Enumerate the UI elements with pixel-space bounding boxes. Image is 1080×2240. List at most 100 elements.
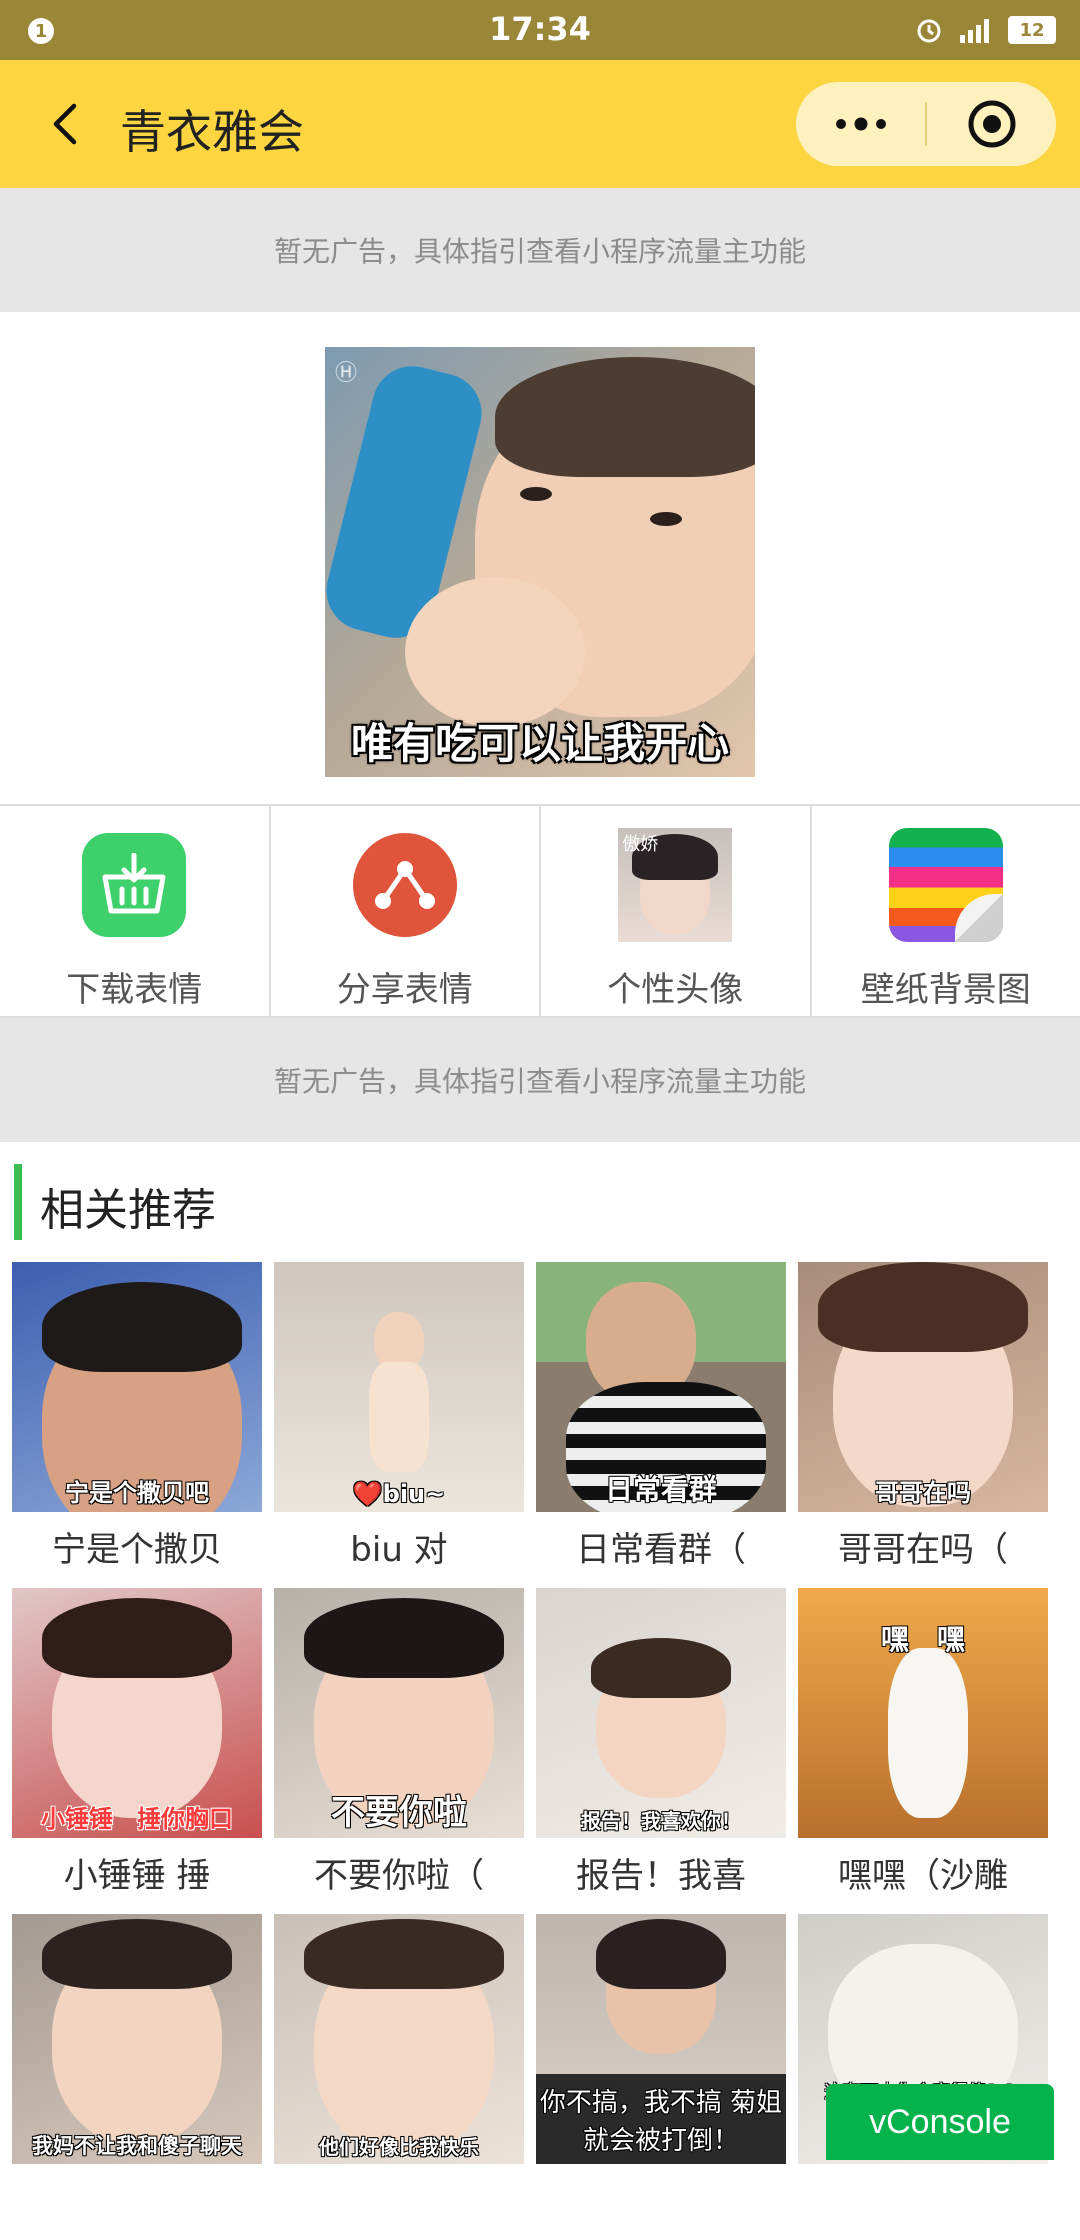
thumb-caption: 你不搞，我不搞 菊姐就会被打倒！ [536,2084,786,2160]
share-icon [353,833,457,937]
recommend-label [536,2164,786,2240]
hero-caption: 唯有吃可以让我开心 [325,710,755,771]
recommend-label: 不要你啦（ [274,1838,524,1914]
recommend-label: 嘿嘿（沙雕 [798,1838,1048,1914]
menu-item-avatar[interactable]: 傲娇 个性头像 [541,806,812,1016]
recommend-label: 哥哥在吗（ [798,1512,1048,1588]
hero-eye [520,487,552,501]
thumb-hair [304,1919,504,1989]
thumb-caption: 他们好像比我快乐 [274,2131,524,2160]
hero-eye [650,512,682,526]
menu-label: 下载表情 [0,962,269,1011]
recommend-item[interactable]: 小锤锤 捶你胸口 小锤锤 捶 [12,1588,262,1914]
menu-item-wallpaper[interactable]: 壁纸背景图 [812,806,1080,1016]
recommend-item[interactable]: 你不搞，我不搞 菊姐就会被打倒！ [536,1914,786,2240]
download-icon-box [77,828,191,942]
recommend-item[interactable]: 不要你啦 不要你啦（ [274,1588,524,1914]
hero-hair [495,357,755,477]
recommend-label [12,2164,262,2240]
avatar-icon-box: 傲娇 [618,828,732,942]
thumb-hair [591,1638,731,1698]
recommend-item[interactable]: 这套下去你会变得傻fufu [798,1914,1048,2240]
recommend-item[interactable]: 他们好像比我快乐 [274,1914,524,2240]
thumb-hair [42,1598,232,1678]
section-title: 相关推荐 [40,1174,216,1238]
recommend-item[interactable]: 哥哥在吗 哥哥在吗（ [798,1262,1048,1588]
avatar-thumbnail: 傲娇 [618,828,732,942]
recommend-item[interactable]: 嘿 嘿 嘿嘿（沙雕 [798,1588,1048,1914]
thumb-hair [42,1919,232,1989]
hero-sticker[interactable]: Ⓗ 唯有吃可以让我开心 [325,347,755,777]
hero-hand [405,577,585,727]
recommend-label: 报告！我喜 [536,1838,786,1914]
thumb-caption: 宁是个撒贝吧 [12,1473,262,1508]
wallpaper-icon-box [889,828,1003,942]
thumb-caption: ❤️biu~ [274,1480,524,1508]
thumb-hair [42,1282,242,1372]
thumb-alpaca [888,1648,968,1818]
recommend-label [798,2164,1048,2240]
avatar-thumb-text: 傲娇 [622,830,658,856]
status-bar: 1 17:34 12 [0,0,1080,60]
menu-label: 分享表情 [271,962,540,1011]
sticker-thumbnail: 日常看群 [536,1262,786,1512]
thumb-caption: 不要你啦 [274,1785,524,1834]
nav-bar: 青衣雅会 [0,60,1080,188]
thumb-body [369,1362,429,1472]
thumb-caption: 哥哥在吗 [798,1473,1048,1508]
recommend-item[interactable]: 宁是个撒贝吧 宁是个撒贝 [12,1262,262,1588]
recommend-label: biu 对 [274,1512,524,1588]
sticker-thumbnail: 小锤锤 捶你胸口 [12,1588,262,1838]
watermark-icon: Ⓗ [335,355,357,387]
ad-banner-top[interactable]: 暂无广告，具体指引查看小程序流量主功能 [0,188,1080,312]
download-glyph [99,853,169,917]
menu-item-download[interactable]: 下载表情 [0,806,271,1016]
chevron-left-icon [46,100,86,148]
menu-label: 壁纸背景图 [812,962,1080,1011]
thumb-caption: 小锤锤 捶你胸口 [12,1799,262,1834]
close-button[interactable] [927,82,1056,166]
recommend-label: 日常看群（ [536,1512,786,1588]
menu-capsule [796,82,1056,166]
more-button[interactable] [796,82,926,166]
menu-item-share[interactable]: 分享表情 [271,806,542,1016]
ad-banner-middle[interactable]: 暂无广告，具体指引查看小程序流量主功能 [0,1018,1080,1142]
sticker-thumbnail: 报告！我喜欢你！ [536,1588,786,1838]
download-basket-icon [82,833,186,937]
page-curl [955,894,1003,942]
thumb-caption: 嘿 嘿 [798,1618,1048,1658]
vconsole-button[interactable]: vConsole [826,2084,1054,2160]
share-glyph [373,857,437,913]
sticker-thumbnail: 不要你啦 [274,1588,524,1838]
sticker-thumbnail: ❤️biu~ [274,1262,524,1512]
thumb-hair [596,1919,726,1989]
recommend-label: 小锤锤 捶 [12,1838,262,1914]
thumb-caption: 日常看群 [536,1468,786,1508]
signal-icon [956,15,996,45]
status-icons: 12 [914,12,1056,48]
sticker-thumbnail: 他们好像比我快乐 [274,1914,524,2164]
more-dots-icon [833,116,889,132]
menu-label: 个性头像 [541,962,810,1011]
recommend-item[interactable]: 日常看群 日常看群（ [536,1262,786,1588]
battery-indicator: 12 [1008,16,1056,44]
section-accent-bar [14,1164,22,1240]
back-button[interactable] [38,96,94,152]
thumb-hair [818,1262,1028,1352]
recommend-item[interactable]: 报告！我喜欢你！ 报告！我喜 [536,1588,786,1914]
page-title: 青衣雅会 [120,96,304,162]
thumb-caption: 我妈不让我和傻子聊天 [12,2130,262,2160]
alarm-icon [914,15,944,45]
recommend-label [274,2164,524,2240]
sticker-thumbnail: 嘿 嘿 [798,1588,1048,1838]
thumb-caption: 报告！我喜欢你！ [536,1805,786,1834]
recommend-label: 宁是个撒贝 [12,1512,262,1588]
recommend-item[interactable]: ❤️biu~ biu 对 [274,1262,524,1588]
sticker-thumbnail: 哥哥在吗 [798,1262,1048,1512]
sticker-thumbnail: 宁是个撒贝吧 [12,1262,262,1512]
recommend-item[interactable]: 我妈不让我和傻子聊天 [12,1914,262,2240]
target-close-icon [966,98,1018,150]
sticker-thumbnail: 我妈不让我和傻子聊天 [12,1914,262,2164]
thumb-hair [304,1598,504,1678]
sticker-thumbnail: 你不搞，我不搞 菊姐就会被打倒！ [536,1914,786,2164]
